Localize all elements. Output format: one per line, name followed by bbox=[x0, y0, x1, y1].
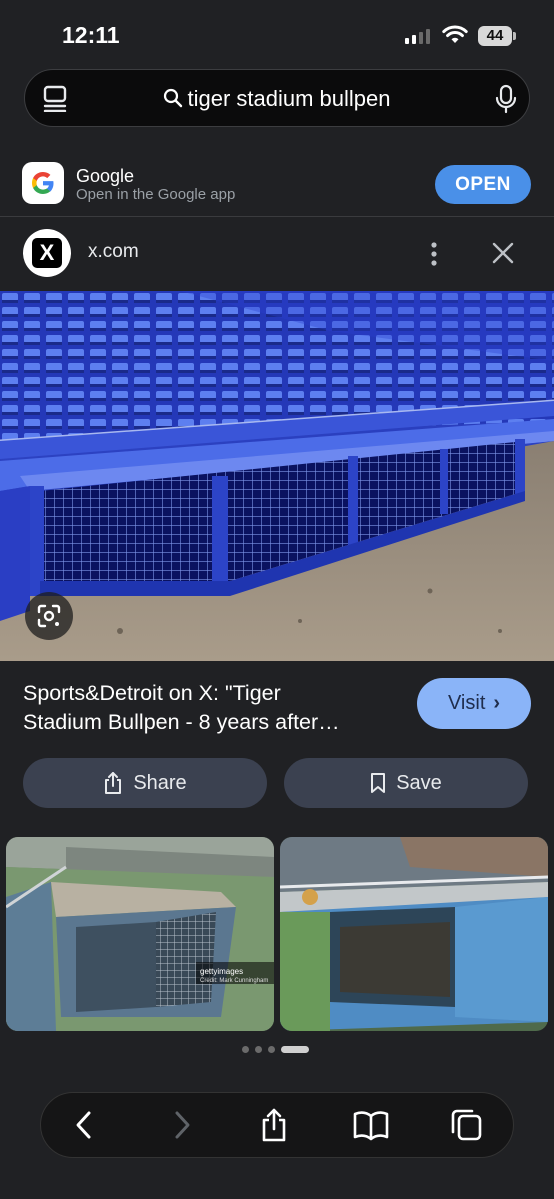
carousel-dot bbox=[268, 1046, 275, 1053]
result-image[interactable] bbox=[0, 291, 554, 661]
search-icon bbox=[164, 88, 183, 108]
carousel-dot-active bbox=[281, 1046, 309, 1053]
share-icon bbox=[105, 772, 122, 794]
bookmarks-icon[interactable] bbox=[352, 1107, 390, 1143]
save-label: Save bbox=[396, 771, 442, 794]
mic-icon[interactable] bbox=[495, 84, 517, 114]
status-time: 12:11 bbox=[62, 22, 120, 48]
google-logo-icon bbox=[22, 162, 64, 204]
site-logo[interactable]: X bbox=[23, 229, 71, 277]
search-query[interactable]: tiger stadium bullpen bbox=[0, 86, 554, 112]
getty-watermark: gettyimages bbox=[200, 967, 243, 976]
carousel-dot bbox=[242, 1046, 249, 1053]
battery-icon bbox=[513, 32, 516, 40]
bookmark-icon bbox=[371, 773, 386, 793]
related-image[interactable]: gettyimages Credit: Mark Cunningham bbox=[6, 837, 274, 1031]
share-label: Share bbox=[133, 771, 187, 794]
site-name[interactable]: x.com bbox=[88, 241, 139, 263]
more-vert-icon[interactable] bbox=[424, 240, 444, 268]
app-banner-subtitle: Open in the Google app bbox=[76, 186, 236, 203]
save-button[interactable]: Save bbox=[284, 758, 528, 808]
carousel-indicator bbox=[242, 1046, 309, 1053]
related-image[interactable] bbox=[280, 837, 548, 1031]
share-toolbar-icon[interactable] bbox=[259, 1107, 289, 1143]
search-query-text: tiger stadium bullpen bbox=[187, 86, 391, 111]
close-icon[interactable] bbox=[491, 241, 515, 265]
forward-icon[interactable] bbox=[170, 1107, 194, 1143]
tabs-overview-icon[interactable] bbox=[449, 1107, 483, 1143]
app-banner-name: Google bbox=[76, 166, 135, 186]
share-button[interactable]: Share bbox=[23, 758, 267, 808]
wifi-icon bbox=[442, 25, 468, 43]
visit-label: Visit bbox=[447, 692, 486, 714]
x-logo-icon: X bbox=[32, 238, 62, 268]
result-title[interactable]: Sports&Detroit on X: "Tiger Stadium Bull… bbox=[23, 679, 403, 737]
photo-credit: Credit: Mark Cunningham bbox=[200, 978, 268, 984]
carousel-dot bbox=[255, 1046, 262, 1053]
chevron-right-icon: › bbox=[493, 692, 501, 714]
divider bbox=[0, 216, 554, 217]
lens-icon[interactable] bbox=[25, 592, 73, 640]
back-icon[interactable] bbox=[72, 1107, 96, 1143]
battery-level: 44 bbox=[478, 26, 512, 46]
visit-button[interactable]: Visit › bbox=[417, 678, 531, 729]
open-app-button[interactable]: OPEN bbox=[435, 165, 531, 204]
signal-icon bbox=[405, 28, 430, 44]
result-title-line2: Stadium Bullpen - 8 years after… bbox=[23, 710, 340, 734]
result-title-line1: Sports&Detroit on X: "Tiger bbox=[23, 681, 281, 705]
